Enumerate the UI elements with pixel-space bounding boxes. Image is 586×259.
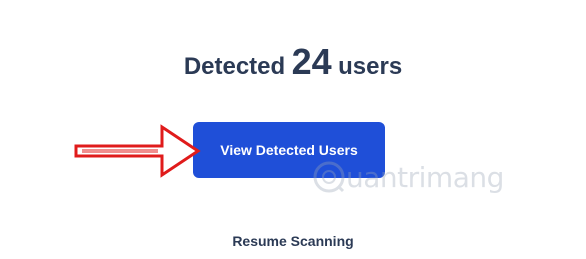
heading-suffix: users: [338, 53, 403, 80]
scan-result-heading: Detected 24 users: [0, 44, 586, 80]
watermark-logo-icon: [313, 161, 345, 193]
resume-scanning-link[interactable]: Resume Scanning: [0, 233, 586, 249]
watermark: uantrimang: [312, 160, 504, 194]
user-count: 24: [291, 41, 332, 82]
red-arrow-icon: [74, 124, 201, 178]
watermark-text: uantrimang: [346, 160, 504, 194]
heading-prefix: Detected: [183, 53, 286, 80]
